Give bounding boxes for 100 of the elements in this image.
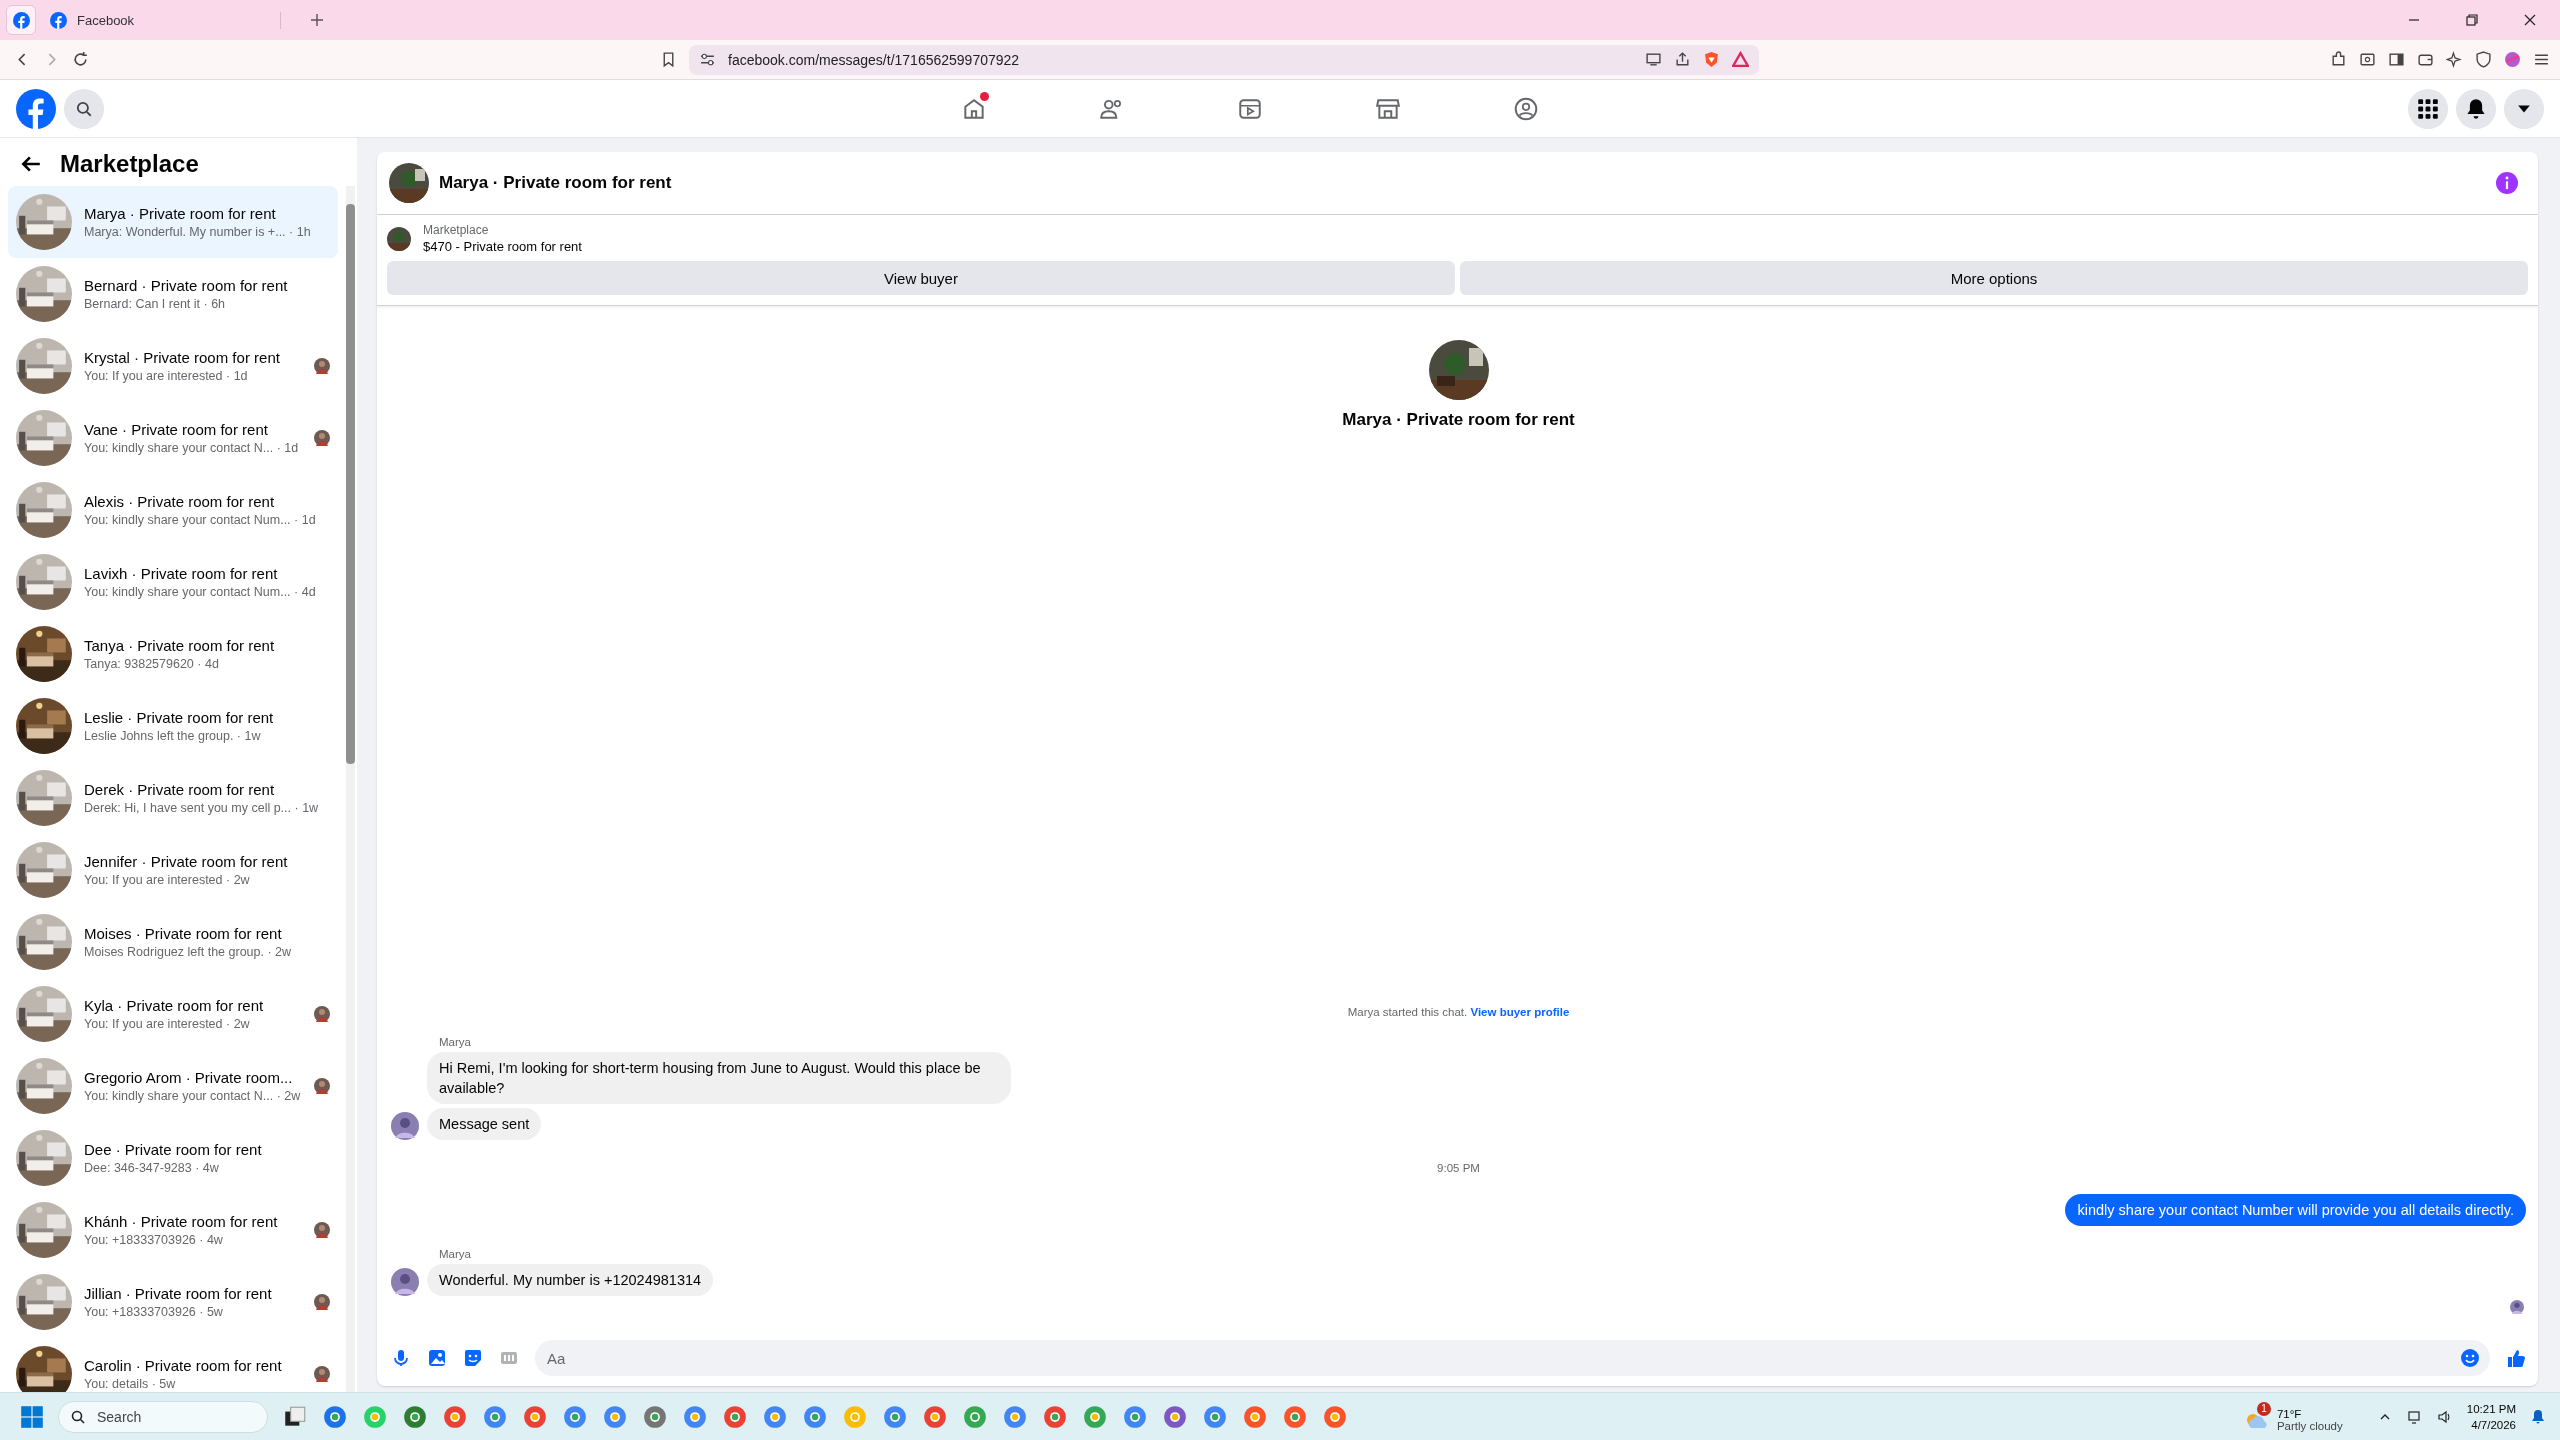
conversation-item[interactable]: Vane · Private room for rent You: kindly share your contact N... · 1d — [8, 402, 338, 474]
info-icon[interactable] — [2496, 172, 2518, 194]
app-icon[interactable] — [762, 1403, 788, 1430]
app-icon[interactable] — [722, 1403, 748, 1430]
taskbar-search-field[interactable]: Search — [58, 1400, 268, 1433]
conversation-title: Jennifer · Private room for rent — [84, 853, 289, 870]
app-icon[interactable] — [442, 1403, 468, 1430]
emoji-icon[interactable] — [2460, 1348, 2480, 1368]
app-icon[interactable] — [1122, 1403, 1148, 1430]
app-icon[interactable] — [482, 1403, 508, 1430]
system-note: Marya started this chat. — [1347, 1006, 1468, 1018]
view-buyer-profile-link[interactable]: View buyer profile — [1470, 1006, 1570, 1018]
search-button[interactable] — [64, 88, 104, 129]
conversation-item[interactable]: Gregorio Arom · Private room... You: kindly share your contact N... · 2w — [8, 1050, 338, 1122]
conversation-title: Carolin · Private room for rent — [84, 1357, 283, 1374]
more-options-button[interactable]: More options — [1460, 261, 2528, 295]
app-icon[interactable] — [1242, 1403, 1268, 1430]
conversation-title: Moises · Private room for rent — [84, 925, 283, 942]
thumbs-up-icon[interactable] — [2506, 1348, 2526, 1368]
close-icon[interactable] — [2522, 12, 2538, 28]
site-settings-icon[interactable] — [699, 51, 716, 68]
app-icon[interactable] — [1282, 1403, 1308, 1430]
app-icon[interactable] — [882, 1403, 908, 1430]
sparkle-icon[interactable] — [2446, 51, 2463, 68]
conversation-preview: Moises Rodriguez left the group. · 2w — [84, 945, 293, 959]
conversation-item[interactable]: Tanya · Private room for rent Tanya: 9382579620 · 4d — [8, 618, 338, 690]
app-icon[interactable] — [1322, 1403, 1348, 1430]
app-icon[interactable] — [1162, 1403, 1188, 1430]
restore-icon[interactable] — [2464, 12, 2480, 28]
conversation-item[interactable]: Kyla · Private room for rent You: If you are interested · 2w — [8, 978, 338, 1050]
conversation-title: Leslie · Private room for rent — [84, 709, 275, 726]
screenshot-icon[interactable] — [2359, 51, 2376, 68]
app-icon[interactable] — [1202, 1403, 1228, 1430]
account-button[interactable] — [2504, 88, 2544, 129]
sidebar-icon[interactable] — [2388, 51, 2405, 68]
conversation-preview: Marya: Wonderful. My number is +... · 1h — [84, 225, 312, 239]
conversation-item[interactable]: Marya · Private room for rent Marya: Wonderful. My number is +... · 1h — [8, 186, 338, 258]
conversation-title: Krystal · Private room for rent — [84, 349, 281, 366]
app-icon[interactable] — [602, 1403, 628, 1430]
conversation-item[interactable]: Moises · Private room for rent Moises Rodriguez left the group. · 2w — [8, 906, 338, 978]
conversation-item[interactable]: Krystal · Private room for rent You: If you are interested · 1d — [8, 330, 338, 402]
app-icon[interactable] — [962, 1403, 988, 1430]
app-icon[interactable] — [642, 1403, 668, 1430]
scrollbar[interactable] — [346, 186, 355, 1392]
listing-title: $470 - Private room for rent — [423, 239, 582, 254]
app-icon[interactable] — [1002, 1403, 1028, 1430]
clock-time: 10:21 PM — [2466, 1401, 2516, 1417]
conversation-item[interactable]: Dee · Private room for rent Dee: 346-347-9283 · 4w — [8, 1122, 338, 1194]
start-icon[interactable] — [20, 1404, 44, 1429]
app-icon[interactable] — [1082, 1403, 1108, 1430]
facebook-logo-icon[interactable] — [16, 88, 56, 129]
sticker-icon[interactable] — [463, 1348, 483, 1368]
conversation-name: Marya · Private room for rent — [1342, 410, 1575, 430]
facebook-logo-icon — [12, 11, 30, 29]
app-icon[interactable] — [322, 1403, 348, 1430]
profile-icon[interactable] — [2504, 51, 2521, 68]
app-icon[interactable] — [402, 1403, 428, 1430]
conversation-item[interactable]: Jennifer · Private room for rent You: If you are interested · 2w — [8, 834, 338, 906]
conversation-preview: You: details · 5w — [84, 1377, 177, 1391]
app-icon[interactable] — [682, 1403, 708, 1430]
conversation-preview: Dee: 346-347-9283 · 4w — [84, 1161, 220, 1175]
share-icon[interactable] — [1674, 51, 1691, 68]
app-icon[interactable] — [1042, 1403, 1068, 1430]
microphone-icon[interactable] — [391, 1348, 411, 1368]
message-field[interactable]: Aa — [535, 1340, 2490, 1376]
pinned-tab[interactable] — [6, 5, 36, 35]
conversation-item[interactable]: Bernard · Private room for rent Bernard: Can I rent it · 6h — [8, 258, 338, 330]
conversation-item[interactable]: Alexis · Private room for rent You: kindly share your contact Num... · 1d — [8, 474, 338, 546]
triangle-icon[interactable] — [1732, 51, 1749, 68]
extensions-icon[interactable] — [2330, 51, 2347, 68]
network-icon[interactable] — [2406, 1408, 2423, 1425]
notifications-button[interactable] — [2456, 88, 2496, 129]
conversation-title: Kyla · Private room for rent — [84, 997, 265, 1014]
app-icon[interactable] — [522, 1403, 548, 1430]
conversation-preview: You: If you are interested · 2w — [84, 873, 251, 887]
chat-title: Marya · Private room for rent — [439, 173, 672, 193]
listing-label: Marketplace — [423, 223, 490, 237]
conversation-item[interactable]: Khánh · Private room for rent You: +18333703926 · 4w — [8, 1194, 338, 1266]
reload-icon[interactable] — [72, 51, 89, 68]
conversation-item[interactable]: Leslie · Private room for rent Leslie Johns left the group. · 1w — [8, 690, 338, 762]
timestamp: 9:05 PM — [1436, 1162, 1481, 1174]
view-buyer-button[interactable]: View buyer — [387, 261, 1455, 295]
app-icon[interactable] — [802, 1403, 828, 1430]
weather-widget[interactable]: 1 71°F Partly cloudy — [2242, 1401, 2343, 1432]
facebook-logo-icon — [50, 11, 67, 29]
conversation-title: Tanya · Private room for rent — [84, 637, 276, 654]
conversation-item[interactable]: Lavixh · Private room for rent You: kindly share your contact Num... · 4d — [8, 546, 338, 618]
app-icon[interactable] — [922, 1403, 948, 1430]
sender-name: Marya — [439, 1036, 472, 1048]
notification-bell-icon[interactable] — [2530, 1408, 2546, 1425]
browser-tab[interactable]: Facebook — [50, 11, 281, 29]
conversation-title: Khánh · Private room for rent — [84, 1213, 279, 1230]
address-bar[interactable]: facebook.com/messages/t/1716562599707922 — [689, 44, 1759, 75]
conversation-item[interactable]: Jillian · Private room for rent You: +18333703926 · 5w — [8, 1266, 338, 1338]
menu-button[interactable] — [2408, 88, 2448, 129]
image-icon[interactable] — [427, 1348, 447, 1368]
temperature: 71°F — [2276, 1407, 2303, 1420]
new-tab-icon[interactable] — [309, 12, 325, 28]
app-icon[interactable] — [562, 1403, 588, 1430]
conversation-item[interactable]: Derek · Private room for rent Derek: Hi, I have sent you my cell p... · 1w — [8, 762, 338, 834]
